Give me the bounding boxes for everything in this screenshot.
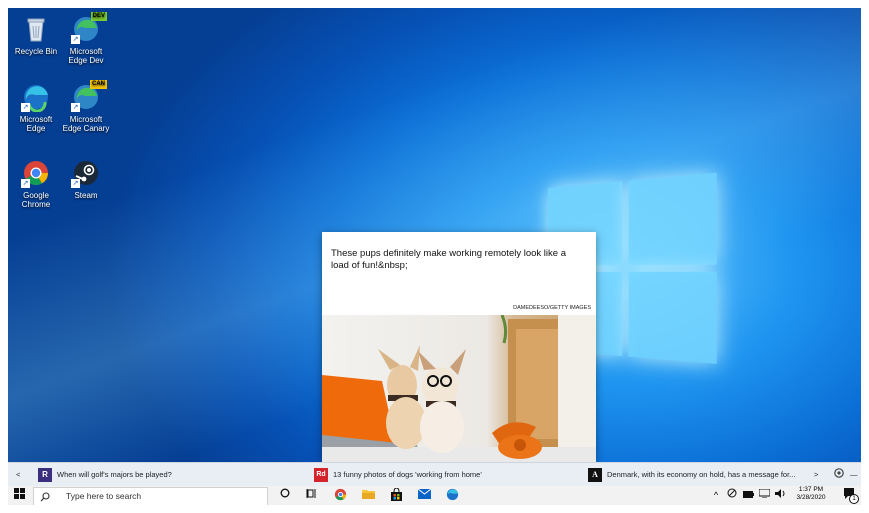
mail-icon bbox=[417, 488, 431, 499]
volume-button[interactable] bbox=[774, 488, 786, 503]
shortcut-arrow-icon: ↗ bbox=[21, 179, 30, 188]
gear-icon bbox=[834, 468, 844, 478]
desktop-icon-edge-dev[interactable]: DEV ↗ Microsoft Edge Dev bbox=[60, 12, 112, 65]
shortcut-arrow-icon: ↗ bbox=[71, 179, 80, 188]
taskbar-store[interactable] bbox=[388, 487, 404, 503]
desktop-icon-label: Microsoft Edge Dev bbox=[68, 47, 104, 65]
shortcut-arrow-icon: ↗ bbox=[21, 103, 30, 112]
edge-canary-icon: CAN ↗ bbox=[71, 80, 107, 112]
search-placeholder: Type here to search bbox=[66, 491, 142, 501]
dogs-photo[interactable] bbox=[322, 315, 596, 462]
news-source-logo: A bbox=[588, 468, 602, 483]
desktop-icon-label: Microsoft Edge bbox=[19, 115, 53, 133]
desktop-icon-edge[interactable]: ↗ Microsoft Edge bbox=[10, 82, 62, 133]
battery-button[interactable] bbox=[742, 488, 754, 503]
desktop-icon-chrome[interactable]: ↗ Google Chrome bbox=[10, 158, 62, 209]
clock-button[interactable]: 1:37 PM 3/28/2020 bbox=[790, 486, 832, 501]
screen: Recycle Bin DEV ↗ Microsoft Edge Dev ↗ M… bbox=[8, 8, 861, 505]
more-icon: — bbox=[850, 470, 858, 479]
edge-dev-icon: DEV ↗ bbox=[71, 12, 107, 44]
taskbar-search-box[interactable]: Type here to search bbox=[33, 487, 268, 505]
no-network-icon bbox=[727, 488, 737, 498]
news-settings-button[interactable] bbox=[833, 467, 845, 481]
news-source-logo: R bbox=[38, 468, 52, 483]
desktop-icon-label: Steam bbox=[74, 191, 98, 200]
chevron-left-icon: < bbox=[16, 470, 21, 479]
chrome-icon: ↗ bbox=[21, 158, 51, 188]
news-source-logo: Rd bbox=[314, 468, 328, 483]
edge-icon bbox=[446, 488, 458, 501]
taskbar-chrome[interactable] bbox=[332, 488, 348, 503]
clock-date: 3/28/2020 bbox=[796, 494, 826, 501]
taskbar-mail[interactable] bbox=[416, 488, 432, 503]
folder-icon bbox=[361, 490, 375, 499]
news-prev-button[interactable]: < bbox=[16, 468, 20, 482]
news-ticker-bar: < R When will golf's majors be played? Rd… bbox=[8, 462, 861, 487]
news-preview-card[interactable]: These pups definitely make working remot… bbox=[322, 232, 596, 462]
network-button[interactable] bbox=[758, 488, 770, 503]
news-item[interactable]: Rd 13 funny photos of dogs 'working from … bbox=[314, 468, 482, 483]
steam-icon: ↗ bbox=[71, 158, 101, 188]
news-item-text: Denmark, with its economy on hold, has a… bbox=[607, 470, 796, 479]
cortana-icon bbox=[280, 488, 290, 498]
chrome-icon bbox=[334, 488, 346, 501]
recycle-bin-icon bbox=[21, 14, 51, 44]
news-item[interactable]: A Denmark, with its economy on hold, has … bbox=[588, 468, 796, 483]
taskbar-edge[interactable] bbox=[444, 488, 460, 503]
card-headline[interactable]: These pups definitely make working remot… bbox=[331, 248, 586, 272]
news-item[interactable]: R When will golf's majors be played? bbox=[38, 468, 172, 483]
network-icon bbox=[758, 488, 770, 499]
taskbar: Type here to search ^ 1:37 PM 3/28/2020 … bbox=[8, 486, 861, 505]
clock-time: 1:37 PM bbox=[798, 486, 824, 493]
volume-icon bbox=[774, 489, 784, 498]
taskbar-file-explorer[interactable] bbox=[360, 488, 376, 503]
chevron-right-icon: > bbox=[814, 470, 819, 479]
desktop-icon-steam[interactable]: ↗ Steam bbox=[60, 158, 112, 200]
desktop-icon-label: Google Chrome bbox=[21, 191, 51, 209]
news-next-button[interactable]: > bbox=[814, 468, 818, 482]
action-center-button[interactable]: 1 bbox=[843, 488, 859, 504]
shortcut-arrow-icon: ↗ bbox=[71, 35, 80, 44]
windows-start-icon bbox=[13, 488, 25, 499]
battery-icon bbox=[742, 491, 754, 498]
desktop-icon-recycle-bin[interactable]: Recycle Bin bbox=[10, 14, 62, 56]
start-button[interactable] bbox=[12, 488, 26, 503]
tray-icon[interactable] bbox=[726, 488, 738, 503]
task-view-button[interactable] bbox=[304, 488, 318, 503]
show-hidden-icons-button[interactable]: ^ bbox=[710, 488, 722, 503]
desktop-icon-edge-canary[interactable]: CAN ↗ Microsoft Edge Canary bbox=[60, 80, 112, 133]
news-more-button[interactable]: — bbox=[850, 468, 858, 482]
news-item-text: 13 funny photos of dogs 'working from ho… bbox=[333, 470, 482, 479]
shortcut-arrow-icon: ↗ bbox=[71, 103, 80, 112]
edge-icon: ↗ bbox=[21, 82, 51, 113]
task-view-icon bbox=[306, 489, 315, 498]
search-icon bbox=[40, 488, 50, 505]
news-item-text: When will golf's majors be played? bbox=[57, 470, 172, 479]
chevron-up-icon: ^ bbox=[713, 490, 719, 500]
desktop-icon-label: Recycle Bin bbox=[14, 47, 58, 56]
desktop-icon-label: Microsoft Edge Canary bbox=[62, 115, 110, 133]
image-credit: DAMEDEESO/GETTY IMAGES bbox=[513, 305, 591, 311]
store-icon bbox=[390, 487, 402, 501]
desktop[interactable]: Recycle Bin DEV ↗ Microsoft Edge Dev ↗ M… bbox=[8, 8, 861, 462]
dev-badge: DEV bbox=[90, 12, 107, 21]
cortana-button[interactable] bbox=[278, 488, 292, 503]
can-badge: CAN bbox=[90, 80, 107, 89]
notification-count-badge: 1 bbox=[849, 494, 859, 504]
